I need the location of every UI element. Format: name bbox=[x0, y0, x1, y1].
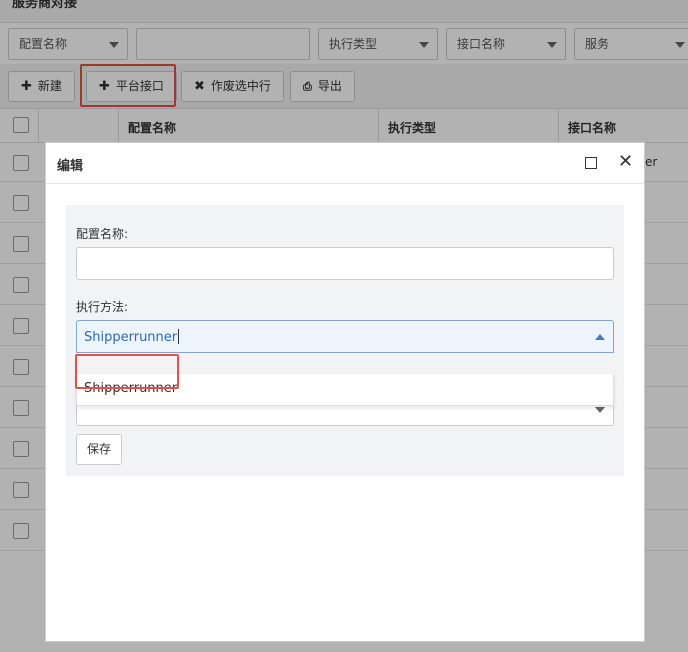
exec-method-select[interactable]: Shipperrunner bbox=[76, 320, 614, 353]
dialog-body: 配置名称: 执行方法: Shipperrunner Shipperrunner … bbox=[46, 185, 644, 641]
dialog-header: 编辑 ✕ bbox=[46, 143, 644, 184]
chevron-up-icon bbox=[595, 334, 605, 340]
form-panel: 配置名称: 执行方法: Shipperrunner Shipperrunner … bbox=[66, 205, 624, 476]
maximize-icon[interactable] bbox=[585, 157, 597, 169]
text-cursor bbox=[178, 329, 180, 344]
close-icon[interactable]: ✕ bbox=[618, 152, 633, 172]
exec-method-label: 执行方法: bbox=[76, 300, 129, 314]
save-button[interactable]: 保存 bbox=[76, 434, 122, 465]
config-name-input[interactable] bbox=[76, 247, 614, 280]
highlight-box bbox=[75, 354, 179, 389]
exec-method-value: Shipperrunner bbox=[84, 330, 178, 345]
chevron-down-icon bbox=[595, 407, 605, 413]
edit-dialog: 编辑 ✕ 配置名称: 执行方法: Shipperrunner Shipperru… bbox=[45, 142, 645, 642]
dialog-title: 编辑 bbox=[57, 159, 84, 174]
config-name-label: 配置名称: bbox=[76, 227, 129, 241]
